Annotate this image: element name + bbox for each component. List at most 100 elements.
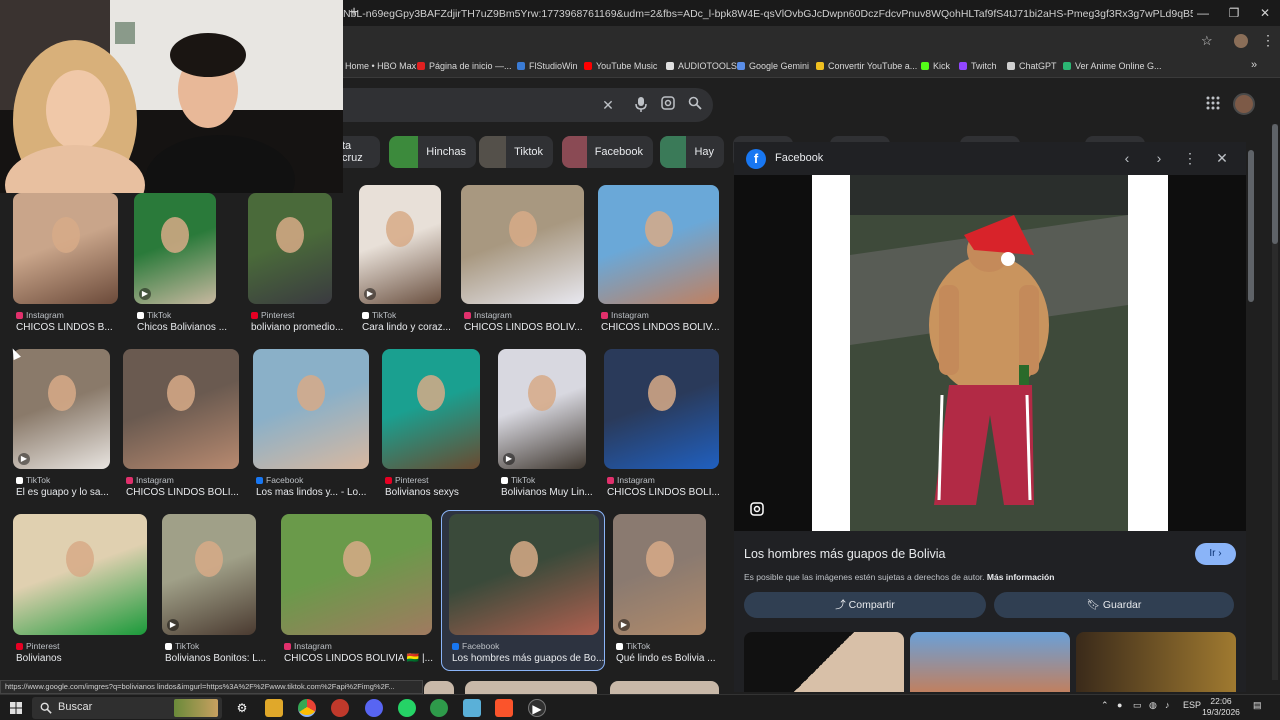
- result-source[interactable]: Instagram: [601, 310, 649, 320]
- chrome-icon[interactable]: [298, 699, 316, 717]
- vpn-app-icon[interactable]: [430, 699, 448, 717]
- display-icon[interactable]: ▭: [1133, 700, 1142, 711]
- result-title[interactable]: Qué lindo es Bolivia ...: [616, 653, 723, 664]
- result-title[interactable]: Él es guapo y lo sa...: [16, 487, 127, 498]
- image-result[interactable]: ▶ TikTok Cara lindo y coraz...: [359, 185, 451, 338]
- result-thumbnail[interactable]: [359, 185, 441, 304]
- page-scrollbar[interactable]: [1272, 124, 1278, 680]
- image-result[interactable]: Pinterest Bolivianos sexys: [382, 349, 480, 503]
- related-image[interactable]: [744, 632, 904, 692]
- image-result[interactable]: Facebook Los mas lindos y... - Lo...: [253, 349, 369, 503]
- more-info-link[interactable]: Más información: [987, 572, 1055, 582]
- result-title[interactable]: CHICOS LINDOS BOLIVIA 🇧🇴 |...: [284, 653, 449, 664]
- mic-icon[interactable]: ●: [1117, 700, 1122, 710]
- bookmark-item[interactable]: Convertir YouTube a...: [816, 61, 917, 71]
- clock[interactable]: 22:06 19/3/2026: [1198, 696, 1244, 718]
- result-thumbnail[interactable]: [382, 349, 480, 469]
- close-window-button[interactable]: ✕: [1250, 4, 1280, 22]
- result-source[interactable]: TikTok: [501, 475, 535, 485]
- bookmark-item[interactable]: Home • HBO Max: [333, 61, 416, 71]
- bookmark-item[interactable]: AUDIOTOOLS: [666, 61, 737, 71]
- result-source[interactable]: Facebook: [256, 475, 303, 485]
- image-result[interactable]: Instagram CHICOS LINDOS BOLI...: [123, 349, 239, 503]
- result-title[interactable]: CHICOS LINDOS BOLIV...: [464, 322, 601, 333]
- result-thumbnail[interactable]: [449, 514, 599, 635]
- result-source[interactable]: Instagram: [284, 641, 332, 651]
- result-source[interactable]: Instagram: [126, 475, 174, 485]
- result-title[interactable]: Bolivianos sexys: [385, 487, 497, 498]
- result-source[interactable]: TikTok: [362, 310, 396, 320]
- result-source[interactable]: Instagram: [16, 310, 64, 320]
- result-source[interactable]: Instagram: [464, 310, 512, 320]
- result-source[interactable]: TikTok: [616, 641, 650, 651]
- filter-chip[interactable]: Hay: [660, 136, 724, 168]
- result-thumbnail[interactable]: [424, 681, 454, 695]
- browser-menu-icon[interactable]: ⋮: [1261, 32, 1275, 49]
- settings-app-icon[interactable]: ⚙: [233, 699, 251, 717]
- bookmark-item[interactable]: ChatGPT: [1007, 61, 1057, 71]
- image-result[interactable]: ▶ TikTok Qué lindo es Bolivia ...: [613, 514, 716, 669]
- opera-icon[interactable]: [331, 699, 349, 717]
- result-thumbnail[interactable]: [253, 349, 369, 469]
- image-result[interactable]: Pinterest boliviano promedio...: [248, 193, 343, 338]
- image-result[interactable]: ▶ TikTok Él es guapo y lo sa...: [13, 349, 110, 503]
- related-image[interactable]: [910, 632, 1070, 692]
- filter-chip[interactable]: Tiktok: [479, 136, 553, 168]
- share-button[interactable]: ⤴ Compartir: [744, 592, 986, 618]
- result-thumbnail[interactable]: [281, 514, 432, 635]
- bookmark-item[interactable]: FlStudioWin: [517, 61, 578, 71]
- result-thumbnail[interactable]: [162, 514, 256, 635]
- result-title[interactable]: Bolivianos Bonitos: L...: [165, 653, 273, 664]
- profile-avatar[interactable]: [1234, 34, 1248, 48]
- image-result[interactable]: Facebook Los hombres más guapos de Bo...: [449, 514, 604, 669]
- result-title[interactable]: Bolivianos: [16, 653, 164, 664]
- result-title[interactable]: Los hombres más guapos de Bo...: [452, 653, 616, 664]
- network-icon[interactable]: ◍: [1149, 700, 1157, 711]
- result-thumbnail[interactable]: [610, 681, 719, 695]
- result-source[interactable]: Pinterest: [16, 641, 60, 651]
- google-apps-icon[interactable]: [1206, 96, 1222, 112]
- result-thumbnail[interactable]: [498, 349, 586, 469]
- prev-arrow-icon[interactable]: ‹: [1118, 150, 1136, 166]
- result-title[interactable]: CHICOS LINDOS BOLI...: [126, 487, 256, 498]
- url-field[interactable]: NbL-n69egGpy3BAFZdjirTH7uZ9Bm5Yrw:177396…: [343, 8, 1193, 20]
- result-source[interactable]: Pinterest: [251, 310, 295, 320]
- result-thumbnail[interactable]: [13, 514, 147, 635]
- search-icon[interactable]: [686, 96, 704, 114]
- image-result[interactable]: Instagram CHICOS LINDOS BOLIV...: [598, 185, 720, 338]
- result-title[interactable]: boliviano promedio...: [251, 322, 349, 333]
- voice-search-icon[interactable]: [632, 96, 650, 114]
- result-source[interactable]: TikTok: [165, 641, 199, 651]
- result-source[interactable]: Pinterest: [385, 475, 429, 485]
- bookmark-item[interactable]: Google Gemini: [737, 61, 809, 71]
- result-title[interactable]: CHICOS LINDOS BOLI...: [607, 487, 736, 498]
- visit-button[interactable]: Ir ›: [1195, 543, 1236, 565]
- image-result[interactable]: ▶ TikTok Bolivianos Muy Lin...: [498, 349, 593, 503]
- volume-icon[interactable]: ♪: [1165, 700, 1170, 710]
- lens-search-icon[interactable]: [750, 502, 764, 516]
- image-result[interactable]: ▶ TikTok Chicos Bolivianos ...: [134, 193, 227, 338]
- image-result[interactable]: Instagram CHICOS LINDOS BOLI...: [604, 349, 720, 503]
- next-arrow-icon[interactable]: ›: [1150, 150, 1168, 166]
- search-box[interactable]: [343, 88, 713, 122]
- whatsapp-icon[interactable]: [398, 699, 416, 717]
- clear-icon[interactable]: ✕: [599, 96, 617, 114]
- bookmarks-overflow-icon[interactable]: »: [1251, 59, 1257, 71]
- bookmark-item[interactable]: Página de inicio —...: [417, 61, 512, 71]
- image-result[interactable]: Instagram CHICOS LINDOS B...: [13, 193, 118, 338]
- result-source[interactable]: TikTok: [16, 475, 50, 485]
- image-result[interactable]: Instagram CHICOS LINDOS BOLIVIA 🇧🇴 |...: [281, 514, 433, 669]
- bookmark-item[interactable]: Kick: [921, 61, 950, 71]
- more-options-icon[interactable]: ⋮: [1181, 150, 1199, 167]
- windows-start-icon[interactable]: [10, 701, 22, 714]
- tray-expand-icon[interactable]: ⌃: [1101, 700, 1109, 711]
- result-source[interactable]: Instagram: [607, 475, 655, 485]
- taskbar-search[interactable]: Buscar: [32, 697, 222, 719]
- result-title[interactable]: Bolivianos Muy Lin...: [501, 487, 603, 498]
- notifications-icon[interactable]: ▤: [1253, 700, 1262, 711]
- result-title[interactable]: Chicos Bolivianos ...: [137, 322, 233, 333]
- image-result[interactable]: Pinterest Bolivianos: [13, 514, 147, 669]
- media-player-icon[interactable]: ▶: [528, 699, 546, 717]
- close-panel-icon[interactable]: ✕: [1213, 150, 1231, 167]
- result-title[interactable]: CHICOS LINDOS BOLIV...: [601, 322, 736, 333]
